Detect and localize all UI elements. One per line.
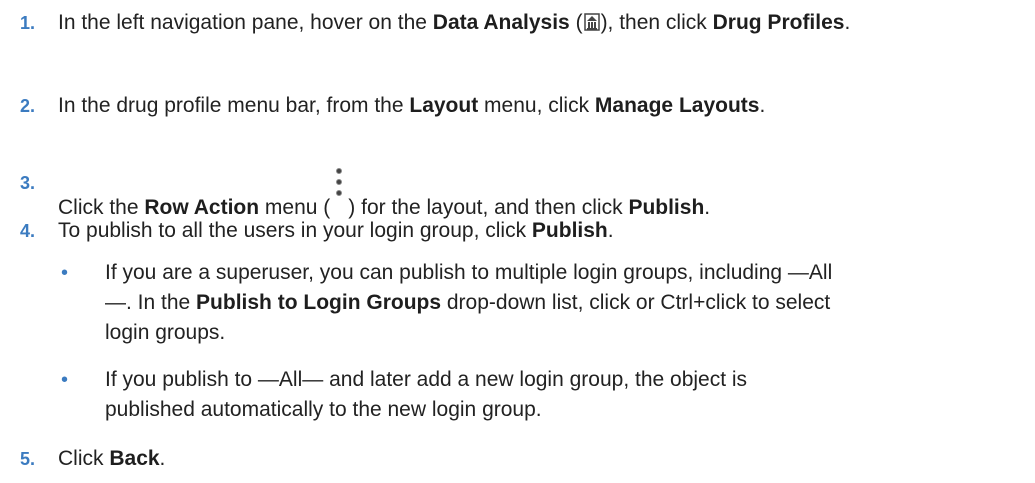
step-1: 1. In the left navigation pane, hover on… [20,8,1011,41]
step-number: 3. [20,173,36,193]
step-text-part: . [607,219,614,242]
bullet-text-part: drop-down list, click or Ctrl+click to s… [441,291,831,314]
step-text-part: ), then click [600,11,713,34]
publish-label: Publish [531,219,608,242]
back-label: Back [109,447,160,470]
step-text: Click the Row Action menu () for the lay… [58,168,1011,223]
publish-to-login-groups-label: Publish to Login Groups [196,291,442,314]
step-5: 5. Click Back. [20,444,1011,474]
step-number: 2. [20,96,36,116]
step-text-part: menu, click [478,94,595,117]
step-text-part: In the left navigation pane, hover on th… [58,11,433,34]
step-text-part: In the drug profile menu bar, from the [58,94,410,117]
step-text: In the drug profile menu bar, from the L… [58,91,1011,121]
step-text-part: ( [569,11,583,34]
bullet-line: login groups. [105,321,226,344]
data-analysis-label: Data Analysis [432,11,570,34]
step-3: 3. Click the Row Action menu () for the … [20,168,1011,223]
manage-layouts-label: Manage Layouts [594,94,760,117]
step-2: 2. In the drug profile menu bar, from th… [20,91,1011,121]
bullet-text: If you publish to —All— and later add a … [105,365,1011,425]
bullet-line: —. In the Publish to Login Groups drop-d… [105,288,1011,318]
bullet-line: If you publish to —All— and later add a … [105,368,748,391]
step-number: 4. [20,221,36,241]
step-text-part: To publish to all the users in your logi… [58,219,532,242]
step-number: 5. [20,449,36,469]
bullet-glyph: • [61,262,69,284]
data-analysis-icon [583,11,600,41]
bullet-item-2: • If you publish to —All— and later add … [20,365,1011,425]
step-text-part: Click [58,447,110,470]
row-action-icon [333,168,345,218]
procedure-document: 1. In the left navigation pane, hover on… [0,0,1035,483]
layout-label: Layout [409,94,479,117]
step-text-part: . [159,447,166,470]
bullet-glyph: • [61,369,69,391]
step-text: Click Back. [58,444,1011,474]
drug-profiles-label: Drug Profiles [712,11,845,34]
step-text-part: . [759,94,766,117]
bullet-text: If you are a superuser, you can publish … [105,258,1011,348]
step-number: 1. [20,13,36,33]
bullet-item-1: • If you are a superuser, you can publis… [20,258,1011,348]
step-text: To publish to all the users in your logi… [58,216,1011,246]
bullet-line: If you are a superuser, you can publish … [105,261,833,284]
step-text-part: . [844,11,851,34]
step-4: 4. To publish to all the users in your l… [20,216,1011,246]
bullet-text-part: —. In the [105,291,197,314]
bullet-line: published automatically to the new login… [105,398,542,421]
step-text: In the left navigation pane, hover on th… [58,8,1011,41]
